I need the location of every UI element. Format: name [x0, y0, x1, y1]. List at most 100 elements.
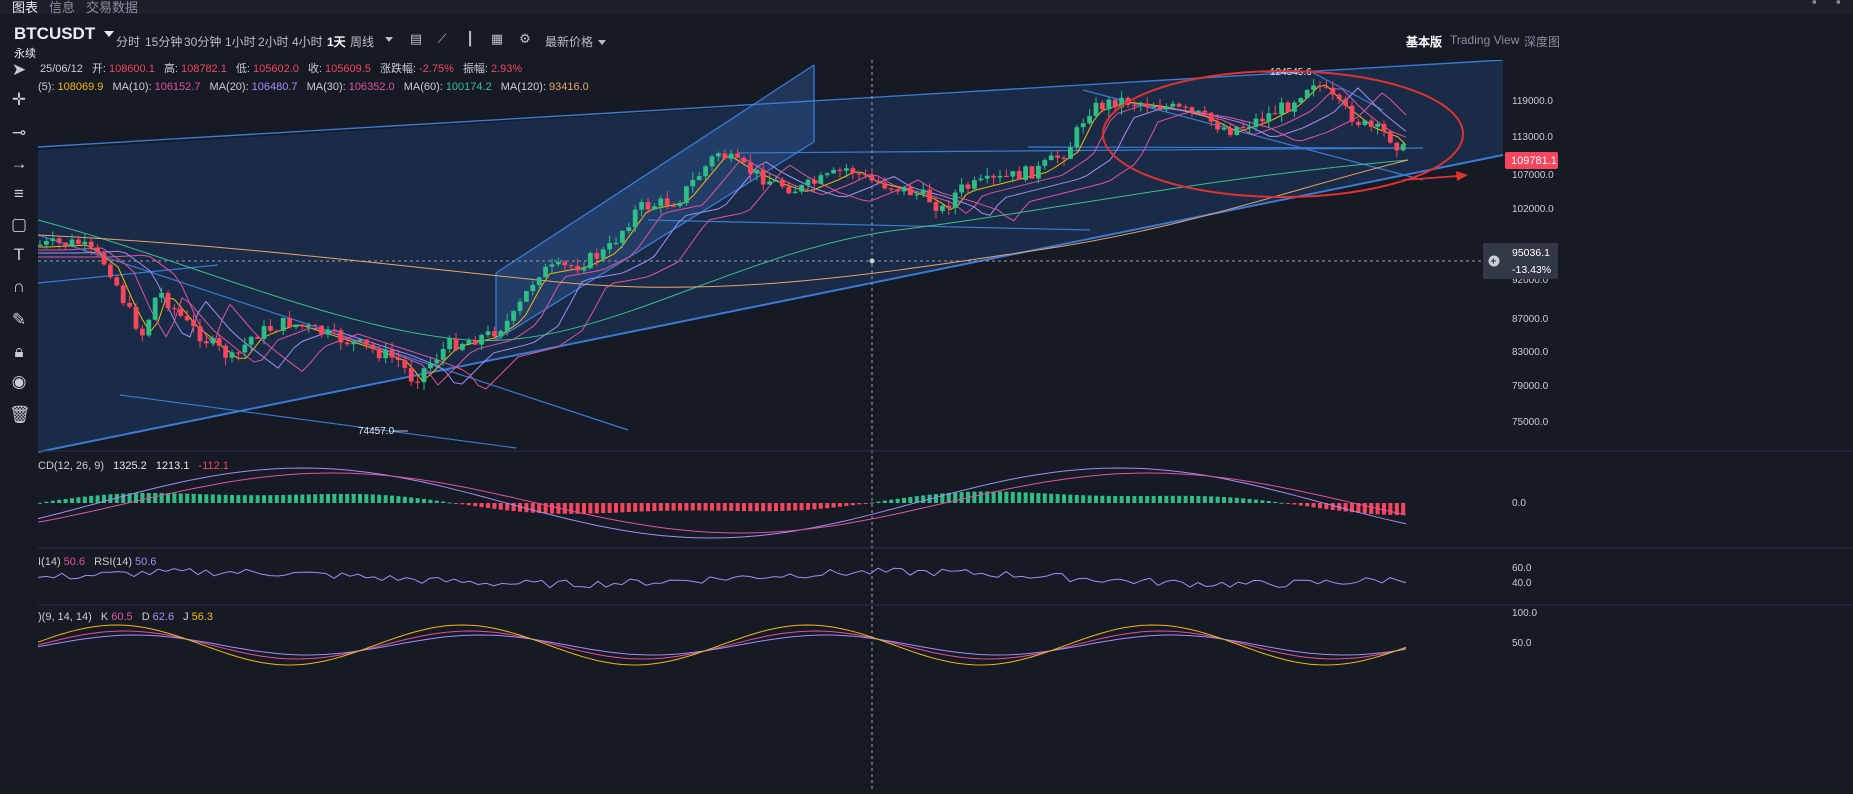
fibonacci-icon[interactable]: ≡ [9, 184, 29, 204]
brush-icon[interactable]: ✎ [9, 310, 29, 330]
ma-legend: (5): 108069.9 MA(10): 106152.7 MA(20): 1064… [38, 81, 595, 93]
crosshair-icon[interactable]: ✛ [9, 90, 29, 110]
more-timeframes-icon[interactable] [381, 31, 397, 47]
chart-canvas[interactable]: 124545.6 74457.0 119000.0 113000.0 107000.… [37, 59, 1853, 789]
candle-body [1176, 103, 1182, 107]
candle-body [82, 241, 88, 245]
macd-bar [633, 503, 638, 512]
symbol-name[interactable]: BTCUSDT [14, 24, 95, 44]
macd-bar [1094, 495, 1098, 503]
low-annotation: 74457.0 [358, 426, 395, 437]
macd-bar [191, 493, 196, 503]
macd-bar [972, 491, 977, 503]
macd-bar [1042, 493, 1047, 503]
lock-icon[interactable]: 🔒︎ [9, 342, 29, 362]
timeframe-30m[interactable]: 30分钟 [184, 33, 221, 50]
text-tool-icon[interactable]: T [9, 245, 29, 265]
trash-icon[interactable]: 🗑︎ [9, 405, 31, 425]
macd-bar [338, 493, 343, 503]
macd-bar [998, 491, 1002, 503]
macd-bar [89, 495, 94, 503]
candle-body [402, 359, 408, 368]
candle-body [306, 324, 312, 327]
candle-body [1336, 94, 1342, 100]
candle-body [37, 244, 43, 246]
chart-area[interactable]: 124545.6 74457.0 119000.0 113000.0 107000.… [37, 59, 1853, 789]
macd-bar [1311, 503, 1316, 508]
cursor-icon[interactable]: ➤ [9, 60, 29, 80]
kdj-d-label: D [141, 611, 150, 623]
candle-body [274, 330, 280, 332]
symbol-dropdown-icon[interactable] [104, 31, 114, 37]
candle-body [44, 240, 49, 245]
macd-bar [735, 503, 740, 511]
ma5-label: (5): [38, 81, 55, 93]
timeframe-1h[interactable]: 1小时 [225, 33, 256, 50]
window-button-icon[interactable]: ▪ [1836, 0, 1850, 9]
candle-body [639, 202, 644, 210]
candle-type-icon[interactable]: ▤ [408, 31, 424, 47]
timeframe-4h[interactable]: 4小时 [292, 33, 323, 50]
macd-bar [345, 493, 350, 503]
macd-bar [332, 493, 337, 503]
macd-bar [761, 503, 766, 512]
eye-icon[interactable]: ◉ [9, 372, 29, 392]
macd-bar [1158, 495, 1162, 503]
price-type-select[interactable]: 最新价格 [545, 33, 607, 50]
timeframe-1d[interactable]: 1天 [327, 33, 346, 50]
timeframe-weekly[interactable]: 周线 [350, 33, 374, 50]
macd-bar [178, 493, 183, 503]
macd-bar [857, 503, 862, 505]
view-basic[interactable]: 基本版 [1406, 33, 1442, 50]
chevron-down-icon [598, 40, 607, 46]
trend-line-icon[interactable]: ⊸ [9, 123, 29, 143]
arrow-line-icon[interactable]: → [9, 154, 29, 174]
candle-body [76, 239, 81, 245]
macd-bar [217, 494, 222, 503]
kdj-axis-50: 50.0 [1512, 638, 1532, 649]
macd-bar [185, 493, 190, 503]
timeframe-15m[interactable]: 15分钟 [145, 33, 182, 50]
macd-bar [1170, 495, 1175, 503]
timeframe-tick[interactable]: 分时 [116, 33, 140, 50]
macd-bar [1030, 492, 1034, 503]
candles-icon[interactable]: ┃ [462, 31, 478, 47]
candle-body [280, 317, 286, 331]
view-depth[interactable]: 深度图 [1524, 33, 1560, 50]
candle-body [869, 175, 875, 181]
ohlc-legend: 25/06/12 开: 108600.1 高: 108782.1 低: 105602.… [38, 60, 531, 76]
candle-body [504, 320, 510, 331]
candle-body [671, 205, 676, 207]
ma5-value: 108069.9 [57, 81, 104, 93]
macd-bar [140, 493, 145, 503]
window-button-icon[interactable]: ▪ [1812, 0, 1826, 9]
candle-body [703, 166, 708, 177]
macd-bar [479, 503, 484, 508]
candle-body [485, 331, 491, 336]
macd-bar [569, 503, 574, 514]
candle-body [383, 349, 388, 359]
macd-bar [1068, 494, 1073, 503]
macd-bar [415, 498, 420, 503]
candle-body [357, 339, 363, 342]
timeframe-2h[interactable]: 2小时 [258, 33, 289, 50]
candle-body [1055, 155, 1060, 158]
price-type-label: 最新价格 [545, 35, 594, 49]
indicator-icon[interactable]: ⟋ [434, 31, 450, 47]
candle-body [1381, 123, 1387, 132]
settings-gear-icon[interactable]: ⚙ [517, 31, 533, 47]
view-tradingview[interactable]: Trading View [1450, 33, 1519, 47]
candle-body [88, 241, 94, 248]
candle-body [952, 192, 958, 208]
layout-icon[interactable]: ▦ [489, 31, 505, 47]
macd-bar [1106, 495, 1111, 503]
macd-bar [710, 503, 714, 511]
candle-body [1036, 165, 1041, 179]
candle-body [325, 329, 331, 335]
macd-bar [153, 492, 158, 503]
shape-icon[interactable]: ▢ [9, 215, 29, 235]
macd-bar [300, 494, 305, 503]
macd-bar [95, 495, 100, 503]
magnet-icon[interactable]: ∩ [9, 277, 29, 297]
macd-bar [921, 495, 926, 503]
